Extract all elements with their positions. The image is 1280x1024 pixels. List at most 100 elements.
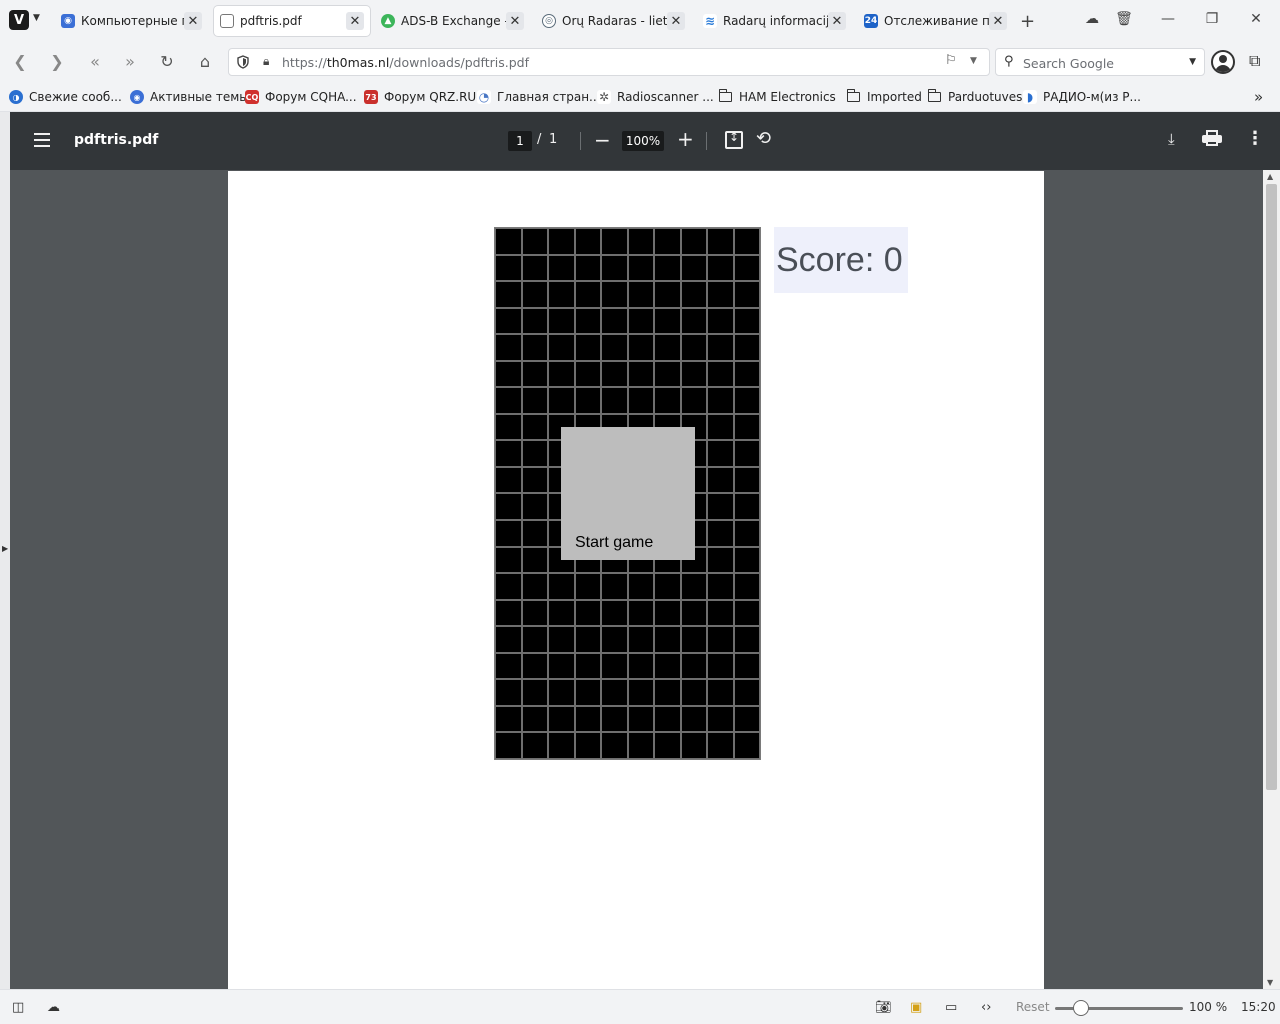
tab-4[interactable]: ≋ Radarų informacija ✕ [697,6,852,36]
zoom-slider-knob[interactable] [1073,1000,1089,1016]
cloud-icon[interactable]: ☁ [47,1000,60,1015]
rewind-icon[interactable]: « [84,52,106,72]
scroll-down-icon[interactable]: ▼ [1267,978,1273,987]
page-total: 1 [549,132,558,147]
rotate-icon[interactable]: ⟲ [756,128,771,149]
image-toggle-icon[interactable]: ▣ [910,1000,922,1015]
grid-cell [521,360,548,388]
camera-icon[interactable]: 📷︎ [875,1000,892,1015]
close-tab-icon[interactable]: ✕ [506,12,524,30]
grid-cell [654,387,681,414]
profile-avatar-icon[interactable] [1211,50,1235,74]
bookmark-item[interactable]: 73 Форум QRZ.RU [364,89,476,105]
close-tab-icon[interactable]: ✕ [346,12,364,30]
zoom-slider[interactable] [1055,1000,1183,1016]
back-icon[interactable]: ❮ [9,52,31,72]
grid-cell [495,307,522,335]
search-field[interactable]: ⚲ Search Google ▼ [995,48,1205,76]
print-icon[interactable] [1202,130,1222,146]
page-tiling-icon[interactable]: ▭ [945,1000,957,1015]
grid-cell [707,626,734,653]
grid-cell [733,520,760,547]
extensions-puzzle-icon[interactable]: ⧉ [1249,51,1260,71]
folder-icon [927,89,941,102]
fast-forward-icon[interactable]: » [119,52,141,72]
chevron-down-icon[interactable]: ▼ [1189,57,1196,67]
chevron-down-icon[interactable]: ▼ [33,13,40,23]
bookmark-icon[interactable]: ⚐ [945,53,957,68]
grid-cell [521,599,548,627]
fit-to-page-icon[interactable] [725,130,743,149]
grid-cell [707,573,734,600]
grid-cell [627,228,654,255]
tab-2[interactable]: ▲ ADS-B Exchange - t ✕ [375,6,530,36]
bookmark-item[interactable]: ◗ РАДИО-м(из Р... [1023,89,1141,105]
shield-icon[interactable] [237,55,249,69]
bookmark-item[interactable]: ◉ Активные темы [130,89,249,105]
lock-icon[interactable]: 🔒︎ [263,54,269,69]
more-bookmarks-icon[interactable]: » [1254,88,1263,106]
bookmark-item[interactable]: ◑ Свежие сооб... [9,89,122,105]
grid-cell [680,360,707,388]
address-field[interactable]: 🔒︎ https://th0mas.nl/downloads/pdftris.p… [228,48,990,76]
zoom-reset-button[interactable]: Reset [1016,1000,1050,1014]
pdf-viewer: Start game Score: 0 [10,170,1263,989]
minimize-icon[interactable]: — [1158,11,1178,27]
scrollbar-thumb[interactable] [1266,184,1277,790]
grid-cell [733,228,760,255]
grid-cell [574,360,601,388]
score-text: Score: 0 [776,241,903,279]
grid-cell [733,466,760,494]
close-tab-icon[interactable]: ✕ [989,12,1007,30]
start-game-button[interactable]: Start game [561,427,695,560]
restore-icon[interactable]: ❐ [1202,11,1222,27]
bookmark-folder[interactable]: HAM Electronics [718,89,836,105]
grid-cell [521,652,548,680]
grid-cell [548,281,575,308]
tab-3[interactable]: ◎ Orų Radaras - lietu ✕ [536,6,691,36]
zoom-percent: 100 % [1189,1000,1228,1014]
new-tab-icon[interactable]: + [1020,11,1035,32]
panel-toggle-icon[interactable]: ◫ [12,1000,24,1015]
tab-title: ADS-B Exchange - t [401,14,506,28]
search-icon: ⚲ [1004,54,1014,69]
hamburger-menu-icon[interactable] [34,133,50,147]
qrz-favicon-icon: 73 [364,90,378,104]
grid-cell [574,679,601,706]
tab-1[interactable]: pdftris.pdf ✕ [214,6,370,36]
chevron-down-icon[interactable]: ▼ [970,56,977,66]
close-tab-icon[interactable]: ✕ [828,12,846,30]
bookmark-item[interactable]: ◔ Главная стран... [477,89,601,105]
reload-icon[interactable]: ↻ [156,52,178,72]
more-options-icon[interactable]: ⋮ [1246,128,1264,149]
tab-0[interactable]: ◉ Компьютерные пр ✕ [55,6,208,36]
page-actions-icon[interactable]: ‹› [981,1000,991,1015]
forward-icon[interactable]: ❯ [46,52,68,72]
close-tab-icon[interactable]: ✕ [667,12,685,30]
bookmark-item[interactable]: ✲ Radioscanner ... [597,89,714,105]
page-number-input[interactable]: 1 [508,131,532,151]
bookmark-folder[interactable]: Parduotuves [927,89,1022,105]
cloud-sync-icon[interactable]: ☁ [1082,11,1102,27]
zoom-input[interactable]: 100% [622,131,664,151]
vertical-scrollbar[interactable]: ▲ ▼ [1263,170,1280,989]
vivaldi-menu-button[interactable]: V [9,10,29,30]
download-icon[interactable]: ⤓ [1168,130,1175,148]
grid-cell [601,599,628,627]
side-panel-toggle[interactable]: ▶ [0,112,10,989]
bookmark-folder[interactable]: Imported [846,89,922,105]
bookmark-item[interactable]: CQ Форум CQHA... [245,89,357,105]
zoom-in-icon[interactable]: + [677,127,694,151]
zoom-out-icon[interactable]: − [594,128,611,152]
grid-cell [707,281,734,308]
trash-icon[interactable]: 🗑 [1114,11,1134,27]
grid-cell [601,228,628,255]
tab-5[interactable]: 24 Отслеживание по ✕ [858,6,1013,36]
close-window-icon[interactable]: ✕ [1246,11,1266,27]
home-icon[interactable]: ⌂ [194,52,216,72]
grid-cell [733,493,760,521]
grid-cell [707,705,734,733]
scroll-up-icon[interactable]: ▲ [1267,172,1273,181]
close-tab-icon[interactable]: ✕ [184,12,202,30]
grid-cell [680,228,707,255]
